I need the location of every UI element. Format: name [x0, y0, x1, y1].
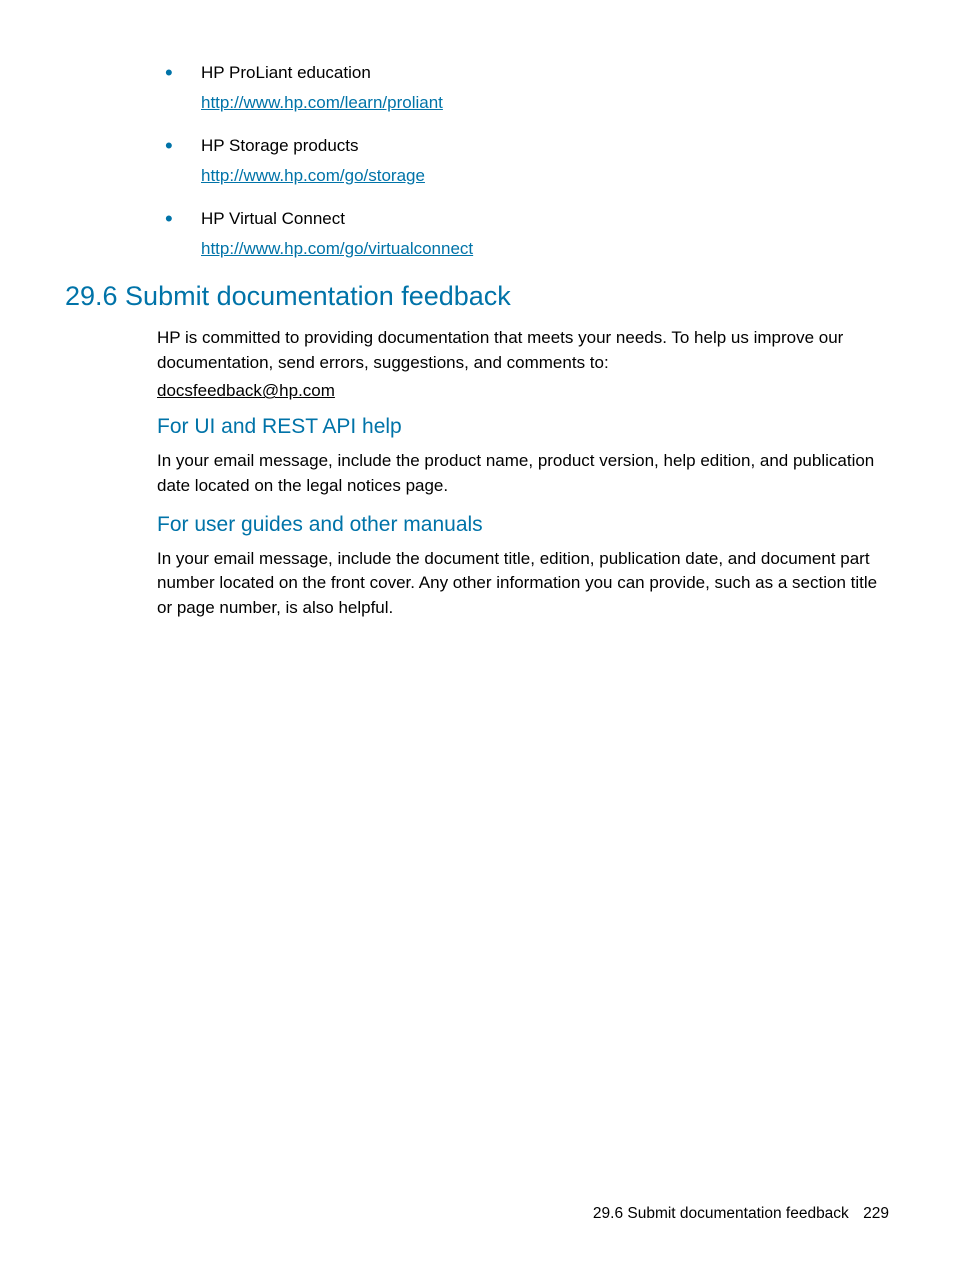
subsection-heading-manuals: For user guides and other manuals — [157, 513, 889, 537]
list-item: HP ProLiant education http://www.hp.com/… — [165, 60, 889, 115]
list-item: HP Virtual Connect http://www.hp.com/go/… — [165, 206, 889, 261]
list-item-text: HP ProLiant education — [201, 60, 889, 86]
resources-list: HP ProLiant education http://www.hp.com/… — [165, 60, 889, 261]
subsection-body: In your email message, include the produ… — [157, 449, 889, 498]
list-item: HP Storage products http://www.hp.com/go… — [165, 133, 889, 188]
subsection-body: In your email message, include the docum… — [157, 547, 889, 621]
list-item-text: HP Virtual Connect — [201, 206, 889, 232]
footer-page-number: 229 — [863, 1205, 889, 1222]
section-heading: 29.6 Submit documentation feedback — [65, 281, 889, 312]
list-item-link[interactable]: http://www.hp.com/go/virtualconnect — [201, 236, 473, 262]
list-item-link[interactable]: http://www.hp.com/go/storage — [201, 163, 425, 189]
subsection-heading-ui-rest: For UI and REST API help — [157, 415, 889, 439]
list-item-link[interactable]: http://www.hp.com/learn/proliant — [201, 90, 443, 116]
page-footer: 29.6 Submit documentation feedback 229 — [593, 1205, 889, 1223]
list-item-text: HP Storage products — [201, 133, 889, 159]
footer-section-title: 29.6 Submit documentation feedback — [593, 1205, 849, 1222]
feedback-email-link[interactable]: docsfeedback@hp.com — [157, 381, 335, 401]
intro-paragraph: HP is committed to providing documentati… — [157, 326, 889, 375]
page-content: HP ProLiant education http://www.hp.com/… — [0, 0, 954, 620]
